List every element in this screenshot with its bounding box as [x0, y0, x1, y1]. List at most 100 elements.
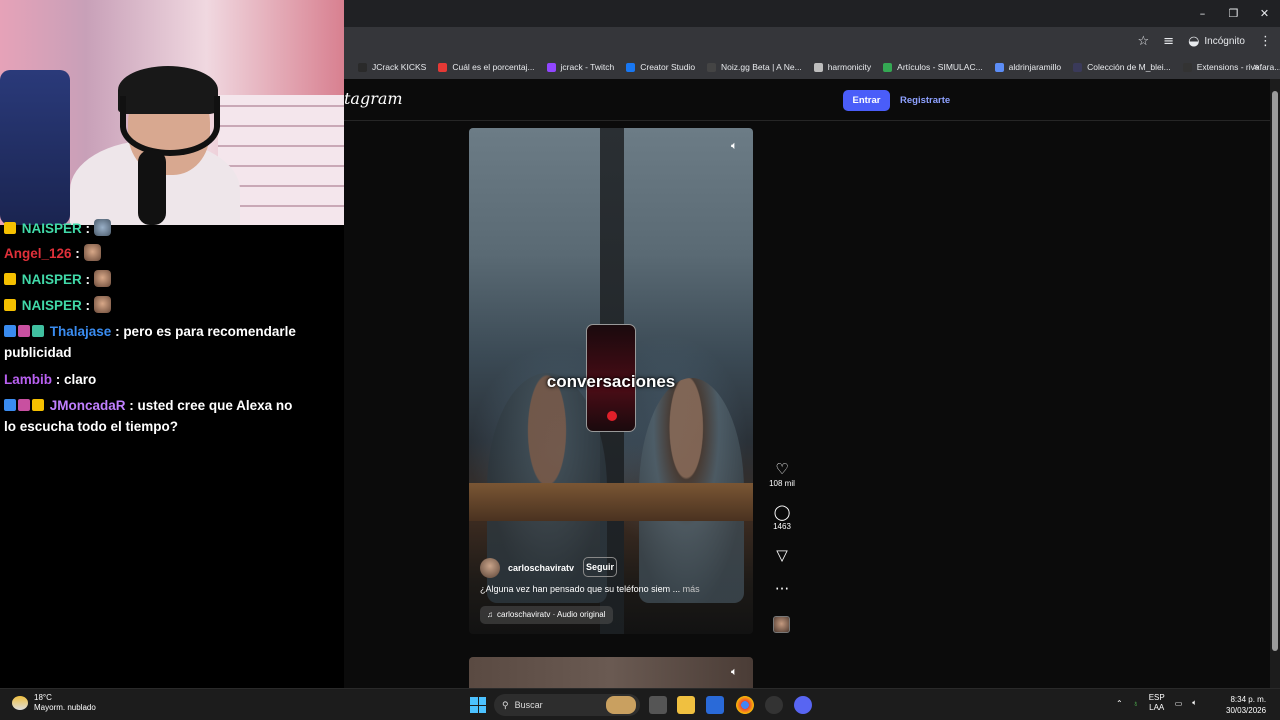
- chrome-icon[interactable]: [736, 696, 754, 714]
- bookmarks-bar: JCrack KICKS Cuál es el porcentaj... jcrac…: [344, 55, 1280, 79]
- audio-chip[interactable]: ♫ carloschaviratv · Audio original: [480, 606, 613, 624]
- weather-widget[interactable]: 18°C Mayorm. nublado: [12, 693, 96, 713]
- bookmark-item[interactable]: Cuál es el porcentaj...: [438, 62, 535, 72]
- speaker-icon[interactable]: 🔈︎: [1192, 698, 1197, 708]
- page-scrollbar[interactable]: [1270, 79, 1280, 688]
- chat-text: usted cree que Alexa no lo escucha todo …: [4, 398, 293, 434]
- reel-video[interactable]: conversaciones 🔈︎ carloschaviratv Seguir…: [469, 128, 753, 634]
- chat-username: NAISPER: [21, 221, 82, 236]
- crown-badge-icon: [4, 299, 16, 311]
- bookmark-favicon-icon: [883, 62, 893, 72]
- bookmark-item[interactable]: Extensions - rivafara...: [1182, 62, 1280, 72]
- stream-chat: NAISPER : Angel_126 : NAISPER : NAISPER …: [0, 219, 344, 688]
- bookmark-item[interactable]: aldrinjaramillo: [994, 62, 1061, 72]
- volume-icon[interactable]: 🔈︎: [731, 665, 738, 679]
- bookmark-favicon-icon: [994, 62, 1004, 72]
- bookmark-favicon-icon: [438, 62, 448, 72]
- author-username[interactable]: carloschaviratv: [508, 563, 574, 573]
- follow-button[interactable]: Seguir: [583, 557, 617, 577]
- browser-menu-icon[interactable]: ⋮: [1259, 34, 1272, 49]
- file-explorer-icon[interactable]: [677, 696, 695, 714]
- bookmark-item[interactable]: JCrack KICKS: [358, 62, 426, 72]
- widget-thumbnail-icon[interactable]: [606, 696, 636, 714]
- music-note-icon: ♫: [487, 610, 493, 619]
- like-action[interactable]: ♡ 108 mil: [766, 461, 798, 488]
- bookmark-label: JCrack KICKS: [372, 62, 427, 72]
- scrollbar-thumb[interactable]: [1272, 91, 1278, 651]
- send-icon[interactable]: ▽: [766, 547, 798, 563]
- headset: [120, 96, 220, 156]
- chat-message: Lambib : claro: [4, 372, 97, 387]
- volume-icon[interactable]: 🔈︎: [731, 139, 738, 153]
- record-dot: [607, 411, 617, 421]
- heart-icon[interactable]: ♡: [766, 461, 798, 477]
- bookmark-item[interactable]: Artículos - SIMULAC...: [883, 62, 983, 72]
- minimize-button[interactable]: –: [1187, 0, 1218, 27]
- bookmark-star-icon[interactable]: ☆: [1138, 34, 1150, 49]
- more-icon[interactable]: ···: [766, 581, 798, 597]
- search-placeholder: Buscar: [514, 700, 543, 710]
- audio-label: carloschaviratv · Audio original: [497, 610, 606, 619]
- bookmark-label: Cuál es el porcentaj...: [452, 62, 535, 72]
- browser-titlebar: – ❐ ✕: [344, 0, 1280, 27]
- bookmark-label: harmonicity: [827, 62, 872, 72]
- comment-icon[interactable]: ◯: [766, 504, 798, 520]
- bookmark-item[interactable]: harmonicity: [813, 62, 872, 72]
- instagram-header: tagram Entrar Registrarte: [344, 79, 1270, 121]
- chat-message: Thalajase : pero es para recomendarle pu…: [4, 324, 296, 360]
- network-icon[interactable]: ▭: [1175, 699, 1183, 708]
- chat-message: NAISPER :: [4, 295, 304, 316]
- more-options-action[interactable]: ···: [766, 581, 798, 597]
- microphone-icon[interactable]: ♁: [1133, 699, 1139, 708]
- bookmark-item[interactable]: jcrack - Twitch: [546, 62, 614, 72]
- browser-toolbar: ☆ ≡ ◒ Incógnito ⋮: [344, 27, 1280, 55]
- weather-condition: Mayorm. nublado: [34, 703, 96, 712]
- crown-badge-icon: [4, 273, 16, 285]
- system-tray: ⌃ ♁ ESP LAA ▭ 🔈︎: [1116, 693, 1197, 713]
- signup-link[interactable]: Registrarte: [900, 95, 950, 106]
- language-indicator[interactable]: ESP LAA: [1149, 693, 1165, 713]
- chat-username: JMoncadaR: [49, 398, 126, 413]
- bookmark-label: Artículos - SIMULAC...: [897, 62, 983, 72]
- prime-badge-icon: [4, 399, 16, 411]
- more-link[interactable]: más: [683, 584, 700, 594]
- bookmark-favicon-icon: [1182, 62, 1192, 72]
- weather-text: 18°C Mayorm. nublado: [34, 693, 96, 713]
- chevron-up-icon[interactable]: ⌃: [1116, 699, 1123, 708]
- bookmark-item[interactable]: Noiz.gg Beta | A Ne...: [707, 62, 802, 72]
- close-button[interactable]: ✕: [1249, 0, 1280, 27]
- chat-text: claro: [64, 372, 97, 387]
- maximize-button[interactable]: ❐: [1218, 0, 1249, 27]
- author-avatar[interactable]: [480, 558, 500, 578]
- share-action[interactable]: ▽: [766, 547, 798, 563]
- incognito-icon: ◒: [1188, 33, 1200, 49]
- instagram-logo[interactable]: tagram: [344, 89, 403, 108]
- task-view-icon[interactable]: [649, 696, 667, 714]
- bookmark-item[interactable]: Colección de M_blei...: [1073, 62, 1171, 72]
- chat-username: Thalajase: [49, 324, 112, 339]
- bookmark-label: Extensions - rivafara...: [1196, 62, 1280, 72]
- bookmark-item[interactable]: Creator Studio: [626, 62, 695, 72]
- comment-count: 1463: [773, 522, 791, 531]
- lang-code: ESP: [1148, 693, 1165, 702]
- audio-thumbnail[interactable]: [773, 616, 790, 633]
- comment-action[interactable]: ◯ 1463: [766, 504, 798, 531]
- temperature: 18°C: [34, 693, 52, 702]
- login-button[interactable]: Entrar: [843, 90, 890, 111]
- toolbar-actions: ☆ ≡ ◒ Incógnito ⋮: [1138, 27, 1273, 55]
- chat-username: Lambib: [4, 372, 53, 387]
- chat-username: NAISPER: [21, 272, 82, 287]
- incognito-label: Incógnito: [1204, 35, 1245, 47]
- media-control-icon[interactable]: ≡: [1163, 34, 1174, 49]
- streamer-webcam: [0, 0, 344, 225]
- discord-icon[interactable]: [794, 696, 812, 714]
- next-reel-video[interactable]: 🔈︎: [469, 657, 753, 688]
- more-bookmarks-icon[interactable]: »: [1253, 60, 1260, 73]
- windows-start-icon[interactable]: [470, 697, 486, 713]
- mail-icon[interactable]: [706, 696, 724, 714]
- chat-message: NAISPER :: [4, 218, 304, 239]
- taskbar-clock[interactable]: 8:34 p. m. 30/03/2026: [1226, 694, 1266, 716]
- chat-text: pero es para recomendarle publicidad: [4, 324, 296, 360]
- obs-icon[interactable]: [765, 696, 783, 714]
- incognito-indicator[interactable]: ◒ Incógnito: [1188, 34, 1245, 49]
